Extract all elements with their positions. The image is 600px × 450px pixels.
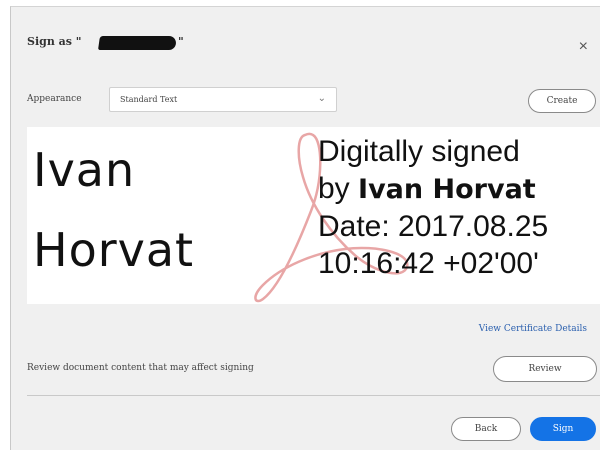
signature-name-last: Horvat	[33, 223, 195, 277]
signature-detail-prefix: by	[318, 172, 359, 205]
signature-details: Digitally signed by Ivan Horvat Date: 20…	[318, 133, 548, 282]
back-button[interactable]: Back	[451, 417, 521, 441]
signature-preview: Ivan Horvat Digitally signed by Ivan Hor…	[27, 127, 600, 304]
signature-detail-line: by Ivan Horvat	[318, 170, 548, 208]
review-button[interactable]: Review	[493, 356, 597, 382]
signature-detail-line: Digitally signed	[318, 135, 520, 168]
appearance-select[interactable]: Standard Text ⌄	[109, 87, 337, 112]
appearance-selected-value: Standard Text	[120, 95, 178, 104]
chevron-down-icon: ⌄	[317, 93, 326, 104]
view-certificate-link[interactable]: View Certificate Details	[479, 324, 587, 334]
signature-time: 10:16:42 +02'00'	[318, 247, 539, 280]
dialog-title: Sign as "	[27, 35, 82, 48]
sign-dialog: Sign as " " × Appearance Standard Text ⌄…	[10, 6, 600, 450]
signer-name: Ivan Horvat	[358, 174, 536, 205]
redacted-signer-name	[98, 36, 177, 50]
appearance-label: Appearance	[27, 94, 82, 104]
close-icon[interactable]: ×	[579, 39, 588, 55]
review-message: Review document content that may affect …	[27, 363, 254, 373]
create-button[interactable]: Create	[528, 89, 596, 113]
signature-date: Date: 2017.08.25	[318, 210, 549, 243]
dialog-title-suffix: "	[178, 35, 184, 48]
sign-button[interactable]: Sign	[530, 417, 596, 441]
footer-divider	[27, 395, 600, 396]
signature-name-first: Ivan	[33, 143, 136, 197]
